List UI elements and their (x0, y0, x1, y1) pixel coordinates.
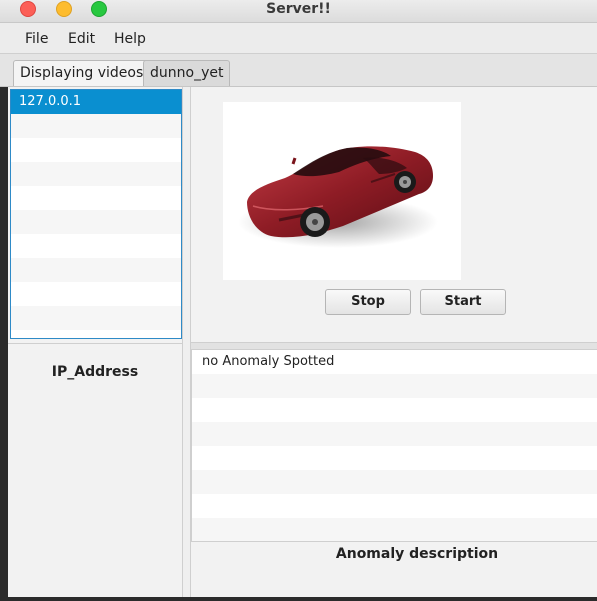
ip-list-item[interactable] (11, 306, 181, 330)
anomaly-list-item[interactable]: no Anomaly Spotted (192, 350, 597, 374)
ip-list-item[interactable] (11, 258, 181, 282)
anomaly-list-item[interactable] (192, 470, 597, 494)
anomaly-list-item[interactable] (192, 422, 597, 446)
tab-dunno-yet[interactable]: dunno_yet (143, 60, 231, 86)
video-pane: Stop Start no Anomaly Spotted Anomaly de… (190, 87, 597, 597)
anomaly-list-item[interactable] (192, 446, 597, 470)
anomaly-description-label: Anomaly description (335, 546, 499, 562)
menu-edit[interactable]: Edit (68, 31, 95, 47)
anomaly-list-item[interactable] (192, 494, 597, 518)
ip-list-item[interactable] (11, 282, 181, 306)
anomaly-list-item[interactable] (192, 374, 597, 398)
stop-button[interactable]: Stop (325, 289, 411, 315)
ip-pane: 127.0.0.1 IP_Address (8, 87, 183, 597)
start-button[interactable]: Start (420, 289, 506, 315)
menu-help[interactable]: Help (114, 31, 146, 47)
anomaly-list-item[interactable] (192, 518, 597, 541)
ip-list-item[interactable] (11, 162, 181, 186)
anomaly-list[interactable]: no Anomaly Spotted (191, 349, 597, 542)
ip-list-item[interactable] (11, 138, 181, 162)
ip-list-item[interactable] (11, 114, 181, 138)
ip-address-list[interactable]: 127.0.0.1 (10, 89, 182, 339)
video-display (223, 102, 461, 280)
anomaly-list-item[interactable] (192, 398, 597, 422)
ip-list-item[interactable] (11, 210, 181, 234)
window-title: Server!! (266, 1, 331, 17)
window-bottom-edge (0, 597, 597, 601)
server-window: Server!! File Edit Help Displaying video… (0, 0, 597, 601)
sports-car-image (238, 146, 438, 248)
ip-list-item[interactable] (11, 234, 181, 258)
tab-displaying-videos[interactable]: Displaying videos (13, 60, 151, 86)
title-bar: Server!! (0, 0, 597, 23)
ip-list-item[interactable]: 127.0.0.1 (11, 90, 181, 114)
menu-bar: File Edit Help (0, 23, 597, 54)
ip-address-label: IP_Address (51, 364, 139, 380)
ip-pane-divider[interactable] (8, 343, 182, 344)
ip-list-item[interactable] (11, 186, 181, 210)
window-edge (0, 87, 8, 601)
menu-file[interactable]: File (25, 31, 48, 47)
tab-bar: Displaying videos dunno_yet (0, 54, 597, 87)
